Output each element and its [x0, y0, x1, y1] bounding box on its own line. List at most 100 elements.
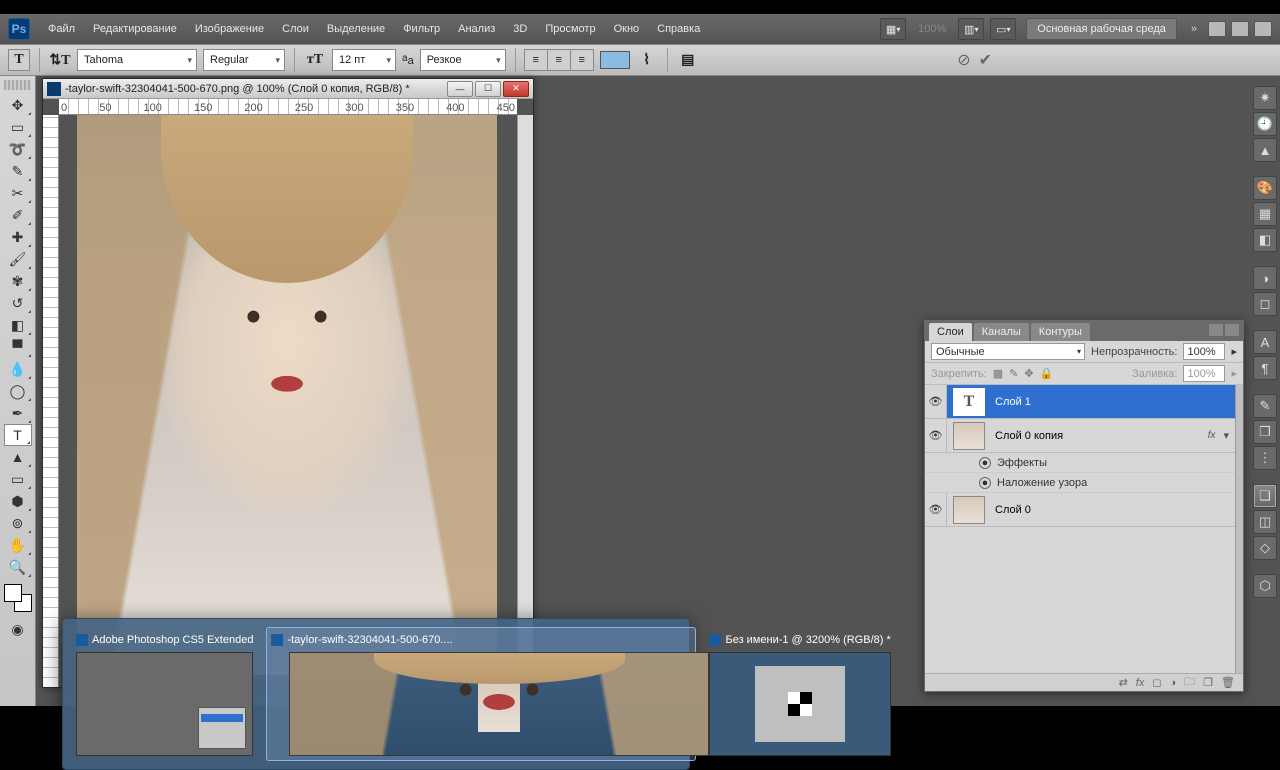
taskbar-item-doc2[interactable]: Без имени-1 @ 3200% (RGB/8) *	[704, 627, 895, 761]
menu-3d[interactable]: 3D	[505, 19, 535, 39]
path-select-tool-icon[interactable]: ▲	[4, 446, 32, 468]
lasso-tool-icon[interactable]: ➰	[4, 138, 32, 160]
lock-all-icon[interactable]: 🔒	[1040, 367, 1054, 380]
taskbar-item-doc1[interactable]: -taylor-swift-32304041-500-670....	[266, 627, 696, 761]
menu-analysis[interactable]: Анализ	[450, 19, 503, 39]
antialias-select[interactable]: Резкое	[420, 49, 506, 71]
font-size-select[interactable]: 12 пт	[332, 49, 396, 71]
menu-filter[interactable]: Фильтр	[395, 19, 448, 39]
ruler-vertical[interactable]	[43, 115, 59, 687]
fx-collapse-icon[interactable]: ▾	[1223, 429, 1235, 442]
eraser-tool-icon[interactable]: ◧	[4, 314, 32, 336]
lock-position-icon[interactable]: ✥	[1024, 367, 1033, 380]
layer-name[interactable]: Слой 0 копия	[991, 430, 1200, 442]
layer-fx-icon[interactable]: fx	[1136, 677, 1145, 689]
fill-flyout-icon[interactable]: ▸	[1231, 367, 1237, 380]
history-brush-tool-icon[interactable]: ↺	[4, 292, 32, 314]
taskbar-item-app[interactable]: Adobe Photoshop CS5 Extended	[71, 627, 258, 761]
dock-3d-icon[interactable]: ⬡	[1253, 574, 1277, 598]
layer-name[interactable]: Слой 0	[991, 504, 1235, 516]
tab-paths[interactable]: Контуры	[1031, 323, 1090, 341]
effect-toggle-icon[interactable]: ●	[979, 477, 991, 489]
scrollbar-vertical[interactable]	[517, 115, 533, 687]
tab-layers[interactable]: Слои	[929, 323, 972, 341]
brush-tool-icon[interactable]: 🖌	[4, 248, 32, 270]
lock-transparent-icon[interactable]: ▩	[993, 367, 1003, 380]
dock-layers-icon[interactable]: ❏	[1253, 484, 1277, 508]
text-orientation-icon[interactable]: ⇅T	[49, 49, 71, 71]
dock-paths-icon[interactable]: ◇	[1253, 536, 1277, 560]
font-style-select[interactable]: Regular	[203, 49, 285, 71]
dock-minibridge-icon[interactable]: ✷	[1253, 86, 1277, 110]
opacity-input[interactable]: 100%	[1183, 343, 1225, 360]
font-family-select[interactable]: Tahoma	[77, 49, 197, 71]
layer-mask-icon[interactable]: ◻	[1152, 676, 1161, 689]
new-layer-icon[interactable]: ❐	[1203, 676, 1213, 689]
tool-preset-icon[interactable]: T	[8, 49, 30, 71]
layer-row-2[interactable]: 👁 Слой 0 копия fx ▾	[925, 419, 1235, 453]
quickselect-tool-icon[interactable]: ✎	[4, 160, 32, 182]
type-tool-icon[interactable]: T	[4, 424, 32, 446]
panel-collapse-icon[interactable]	[1209, 324, 1223, 336]
window-min-icon[interactable]	[1208, 21, 1226, 37]
menu-file[interactable]: Файл	[40, 19, 83, 39]
marquee-tool-icon[interactable]: ▭	[4, 116, 32, 138]
delete-layer-icon[interactable]: 🗑	[1221, 676, 1235, 689]
text-color-swatch[interactable]	[600, 51, 630, 69]
document-canvas[interactable]	[59, 115, 517, 687]
window-restore-icon[interactable]	[1231, 21, 1249, 37]
dock-adjust-icon[interactable]: ◑	[1253, 266, 1277, 290]
stamp-tool-icon[interactable]: ✾	[4, 270, 32, 292]
menu-edit[interactable]: Редактирование	[85, 19, 185, 39]
quickmask-icon[interactable]: ◉	[4, 618, 32, 640]
eyedropper-tool-icon[interactable]: ✐	[4, 204, 32, 226]
color-swatches[interactable]	[4, 584, 32, 612]
doc-close-icon[interactable]: ✕	[503, 81, 529, 97]
visibility-toggle-icon[interactable]: 👁	[925, 419, 947, 452]
launch-bridge-icon[interactable]: ▦▾	[880, 18, 906, 40]
adjustment-layer-icon[interactable]: ◑	[1170, 677, 1177, 689]
menu-help[interactable]: Справка	[649, 19, 708, 39]
align-right-icon[interactable]: ≡	[570, 49, 594, 71]
menu-image[interactable]: Изображение	[187, 19, 272, 39]
dock-color-icon[interactable]: 🎨	[1253, 176, 1277, 200]
opacity-flyout-icon[interactable]: ▸	[1231, 345, 1237, 358]
fx-indicator[interactable]: fx	[1200, 430, 1224, 441]
layers-scrollbar[interactable]	[1235, 385, 1243, 673]
3d-tool-icon[interactable]: ⬢	[4, 490, 32, 512]
group-icon[interactable]: 🗀	[1184, 673, 1195, 692]
zoom-tool-icon[interactable]: 🔍	[4, 556, 32, 578]
dock-styles-icon[interactable]: ◧	[1253, 228, 1277, 252]
gradient-tool-icon[interactable]: ▀	[4, 336, 32, 358]
layer-row-3[interactable]: 👁 Слой 0	[925, 493, 1235, 527]
dock-clone-icon[interactable]: ❐	[1253, 420, 1277, 444]
menu-window[interactable]: Окно	[606, 19, 648, 39]
dock-nav-icon[interactable]: ▲	[1253, 138, 1277, 162]
menu-select[interactable]: Выделение	[319, 19, 393, 39]
tab-channels[interactable]: Каналы	[974, 323, 1029, 341]
effects-header[interactable]: ● Эффекты	[925, 453, 1235, 473]
workspace-switcher[interactable]: Основная рабочая среда	[1026, 18, 1177, 40]
blend-mode-select[interactable]: Обычные	[931, 343, 1085, 360]
hand-tool-icon[interactable]: ✋	[4, 534, 32, 556]
dock-char-icon[interactable]: A	[1253, 330, 1277, 354]
3dcamera-tool-icon[interactable]: ⊚	[4, 512, 32, 534]
layer-row-1[interactable]: 👁 T Слой 1	[925, 385, 1235, 419]
app-logo[interactable]: Ps	[8, 18, 30, 40]
panel-menu-icon[interactable]	[1225, 324, 1239, 336]
visibility-toggle-icon[interactable]: 👁	[925, 385, 947, 418]
heal-tool-icon[interactable]: ✚	[4, 226, 32, 248]
doc-min-icon[interactable]: —	[447, 81, 473, 97]
crop-tool-icon[interactable]: ✂	[4, 182, 32, 204]
blur-tool-icon[interactable]: 💧	[4, 358, 32, 380]
dock-para-icon[interactable]: ¶	[1253, 356, 1277, 380]
warp-text-icon[interactable]: ⌇	[636, 49, 658, 71]
shape-tool-icon[interactable]: ▭	[4, 468, 32, 490]
lock-pixels-icon[interactable]: ✎	[1009, 367, 1018, 380]
link-layers-icon[interactable]: ⇄	[1119, 676, 1128, 689]
align-left-icon[interactable]: ≡	[524, 49, 548, 71]
dock-swatches-icon[interactable]: ▦	[1253, 202, 1277, 226]
ruler-horizontal[interactable]: 050 100150 200250 300350 400450	[59, 99, 517, 115]
visibility-toggle-icon[interactable]: 👁	[925, 493, 947, 526]
workspace-more-icon[interactable]: »	[1185, 23, 1203, 35]
